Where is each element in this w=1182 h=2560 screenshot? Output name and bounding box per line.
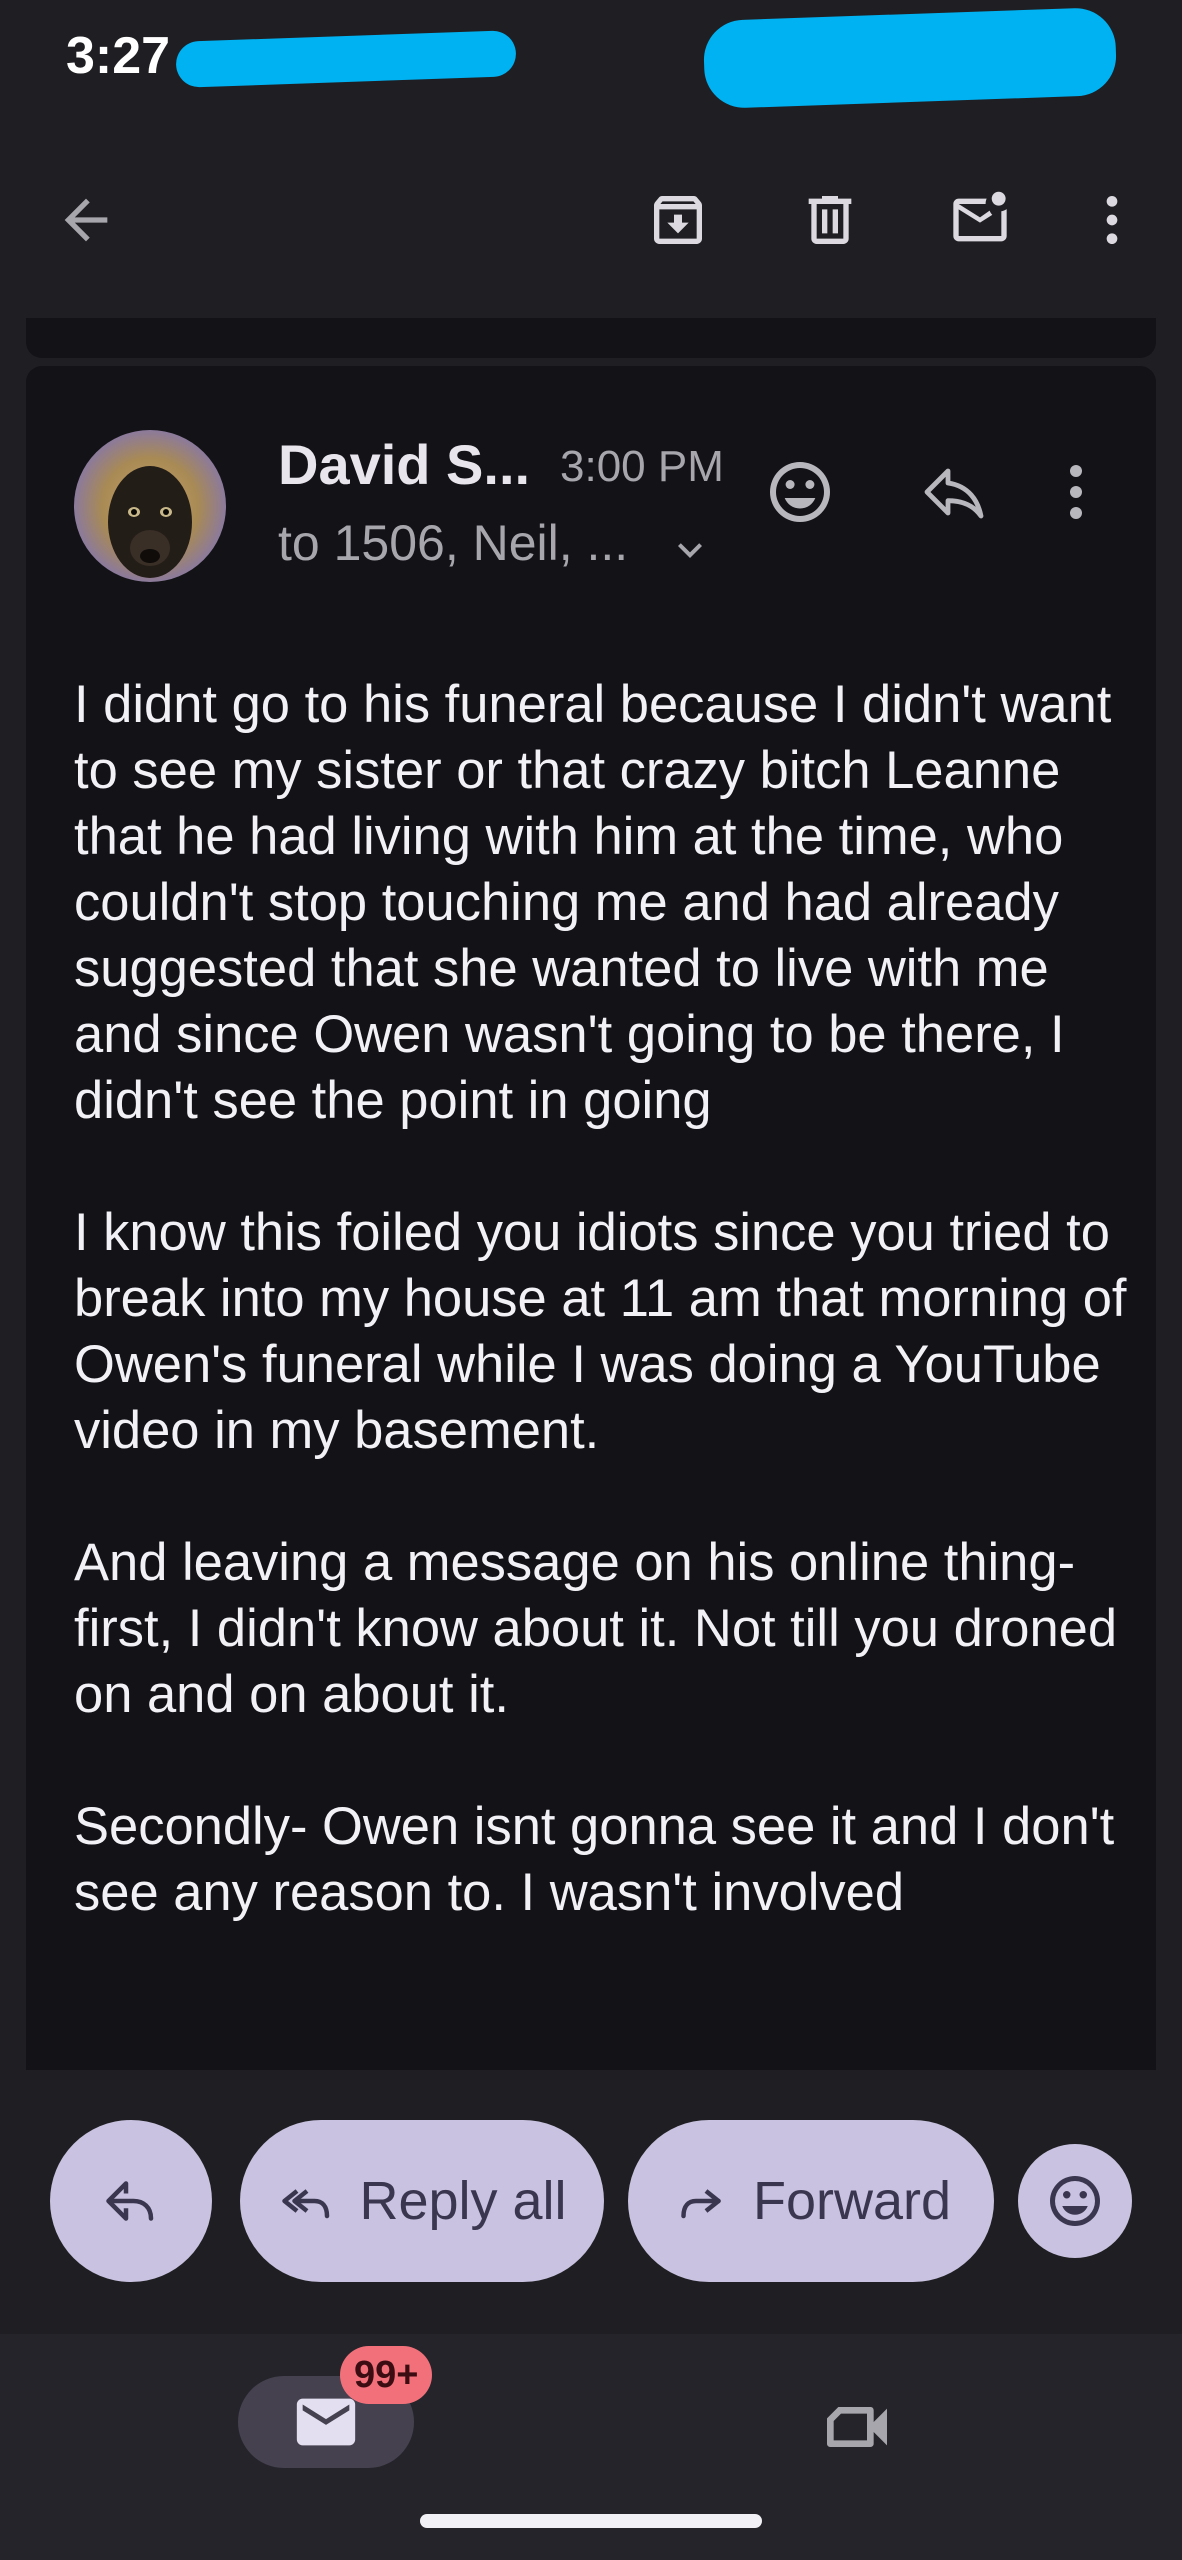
more-vert-icon[interactable]	[1076, 184, 1148, 256]
back-arrow-icon[interactable]	[50, 184, 122, 256]
reply-all-label: Reply all	[359, 2171, 567, 2231]
sender-name[interactable]: David S...	[278, 432, 530, 497]
message-paragraph: I didnt go to his funeral because I didn…	[74, 675, 1112, 1130]
forward-icon	[681, 2189, 721, 2219]
mark-unread-icon[interactable]	[944, 184, 1016, 256]
unread-count-badge: 99+	[340, 2346, 433, 2404]
forward-label: Forward	[752, 2171, 952, 2231]
home-indicator[interactable]	[420, 2514, 762, 2528]
message-paragraph: I know this foiled you idiots since you …	[74, 1203, 1127, 1460]
sender-avatar[interactable]	[74, 430, 226, 582]
status-bar: 3:27	[0, 0, 1182, 120]
recipients-summary[interactable]: to 1506, Neil, ...	[278, 514, 628, 572]
gmail-email-screen: 3:27 David S... 3:00 PM to 1506, Neil, .…	[0, 0, 1182, 2560]
reply-button[interactable]	[50, 2120, 212, 2282]
email-message-card: David S... 3:00 PM to 1506, Neil, ... I …	[26, 366, 1156, 2070]
previous-message-card[interactable]	[26, 318, 1156, 358]
message-time: 3:00 PM	[560, 442, 724, 491]
email-toolbar	[0, 160, 1182, 280]
message-actions-bar: Reply all Forward	[0, 2070, 1182, 2330]
nav-meet-tab[interactable]	[812, 2382, 902, 2472]
status-time: 3:27	[66, 27, 171, 85]
emoji-icon	[1050, 2176, 1100, 2226]
video-camera-icon	[827, 2407, 887, 2447]
message-paragraph: Secondly- Owen isnt gonna see it and I d…	[74, 1797, 1115, 1922]
emoji-reaction-button[interactable]	[1018, 2144, 1132, 2258]
forward-button[interactable]: Forward	[628, 2120, 994, 2282]
add-reaction-icon[interactable]	[762, 454, 838, 530]
message-paragraph: And leaving a message on his online thin…	[74, 1533, 1118, 1724]
archive-icon[interactable]	[642, 184, 714, 256]
message-body: I didnt go to his funeral because I didn…	[74, 672, 1134, 1992]
delete-icon[interactable]	[794, 184, 866, 256]
chevron-down-icon[interactable]	[666, 526, 714, 574]
redaction-mark-left	[175, 30, 517, 88]
reply-all-icon	[282, 2189, 330, 2219]
reply-icon	[106, 2181, 154, 2221]
reply-all-button[interactable]: Reply all	[240, 2120, 604, 2282]
reply-icon[interactable]	[916, 454, 992, 530]
message-more-vert-icon[interactable]	[1038, 454, 1114, 530]
redaction-mark-right	[702, 6, 1118, 110]
